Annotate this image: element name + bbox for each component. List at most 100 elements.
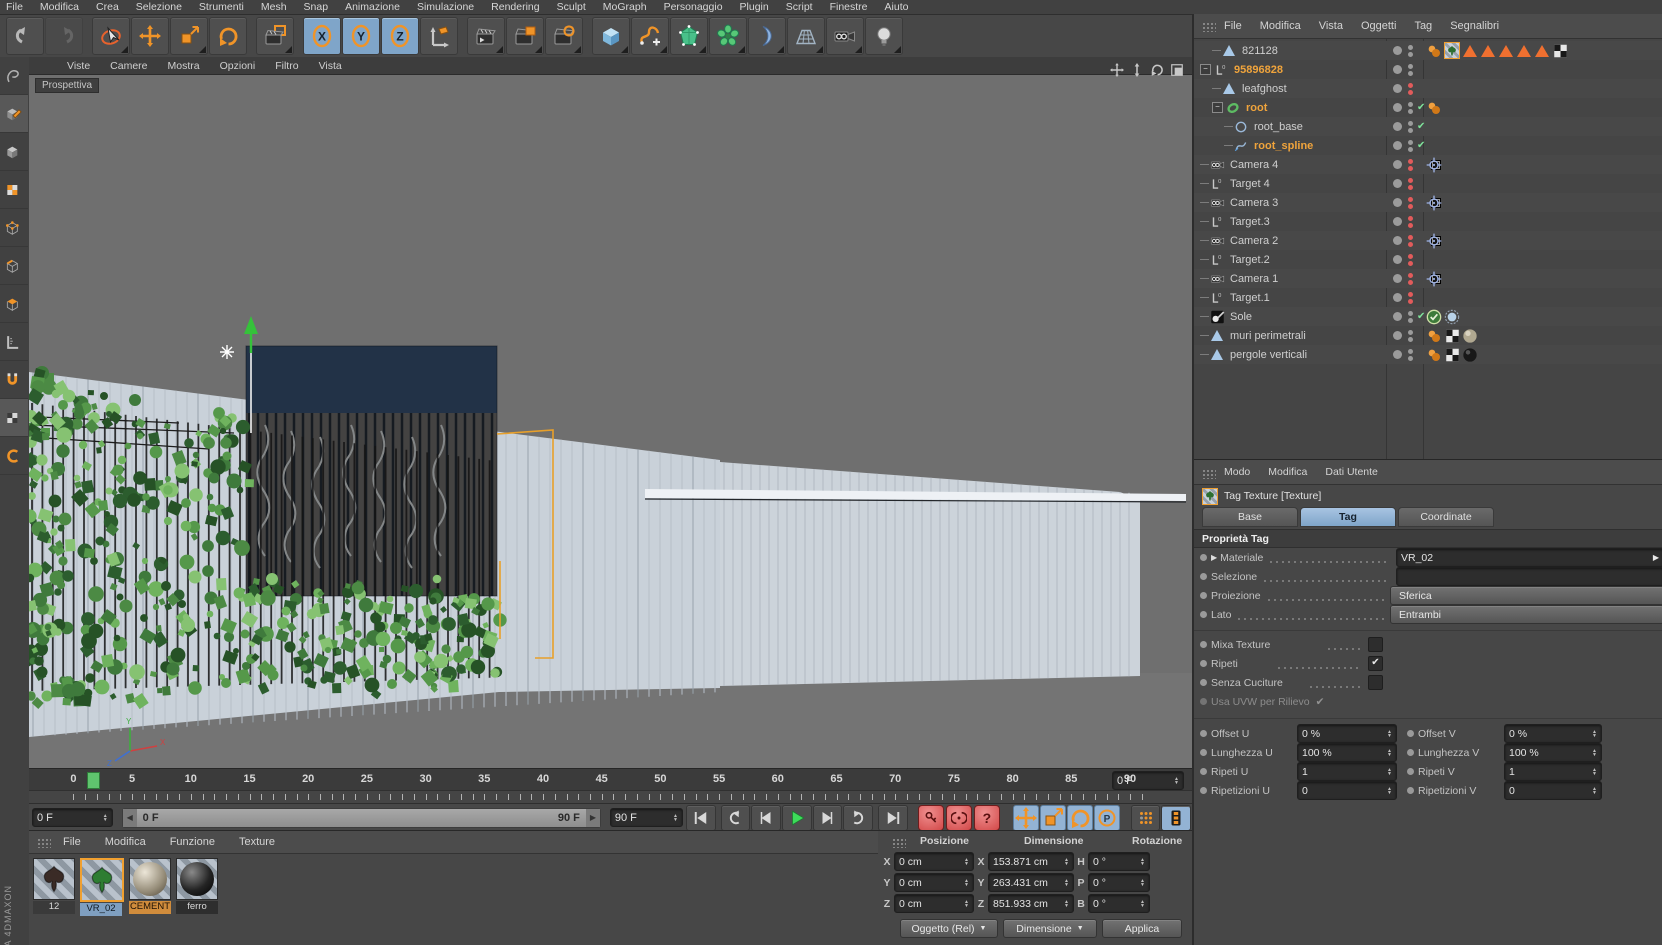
panel-grip-icon[interactable] bbox=[1202, 22, 1216, 32]
stepper-icon[interactable]: ▲▼ bbox=[964, 900, 969, 908]
enable-dots-icon[interactable] bbox=[1408, 159, 1413, 171]
layer-dot-icon[interactable] bbox=[1393, 46, 1402, 55]
ripeti-checkbox[interactable]: ✔ bbox=[1368, 656, 1383, 671]
enable-dots-icon[interactable] bbox=[1408, 311, 1413, 323]
viewport-menu-mostra[interactable]: Mostra bbox=[168, 60, 200, 72]
enable-dots-icon[interactable] bbox=[1408, 178, 1413, 190]
uv-field[interactable]: 1▲▼ bbox=[1297, 762, 1397, 781]
uv-field[interactable]: 100 %▲▼ bbox=[1504, 743, 1602, 762]
render-view-button[interactable] bbox=[467, 17, 505, 55]
enable-dots-icon[interactable] bbox=[1408, 216, 1413, 228]
attr-menu-dati-utente[interactable]: Dati Utente bbox=[1325, 466, 1378, 478]
coord-field[interactable]: 0 °▲▼ bbox=[1088, 852, 1150, 871]
om-menu-tag[interactable]: Tag bbox=[1414, 20, 1432, 32]
enable-dots-icon[interactable] bbox=[1408, 64, 1413, 76]
viewport-menu-vista[interactable]: Vista bbox=[319, 60, 342, 72]
object-row-camera-1[interactable]: Camera 1 bbox=[1194, 269, 1662, 288]
end-frame-field[interactable]: 90 F▲▼ bbox=[610, 808, 683, 827]
attr-menu-modifica[interactable]: Modifica bbox=[1268, 466, 1307, 478]
material-menu-file[interactable]: File bbox=[63, 836, 81, 848]
enable-dots-icon[interactable] bbox=[1408, 330, 1413, 342]
attr-menu-modo[interactable]: Modo bbox=[1224, 466, 1250, 478]
layer-dot-icon[interactable] bbox=[1393, 84, 1402, 93]
tri-tag-icon[interactable] bbox=[1462, 43, 1478, 59]
timeline-range-slider[interactable]: ◀0 F90 F▶ bbox=[122, 808, 601, 828]
enable-dots-icon[interactable] bbox=[1408, 102, 1413, 114]
layer-dot-icon[interactable] bbox=[1393, 122, 1402, 131]
material-item-CEMENT[interactable]: CEMENT bbox=[129, 858, 171, 916]
layer-dot-icon[interactable] bbox=[1393, 274, 1402, 283]
stepper-icon[interactable]: ▲▼ bbox=[1387, 730, 1392, 738]
enable-dots-icon[interactable] bbox=[1408, 121, 1413, 133]
om-menu-segnalibri[interactable]: Segnalibri bbox=[1450, 20, 1499, 32]
lock-z-button[interactable]: Z bbox=[381, 17, 419, 55]
menu-plugin[interactable]: Plugin bbox=[740, 1, 769, 13]
orbit-icon[interactable] bbox=[1150, 58, 1164, 82]
material-thumbnail[interactable] bbox=[129, 858, 171, 900]
browse-icon[interactable]: ▶ bbox=[1653, 553, 1659, 562]
view-label[interactable]: Prospettiva bbox=[35, 78, 99, 93]
menu-mograph[interactable]: MoGraph bbox=[603, 1, 647, 13]
coord-system-button[interactable] bbox=[420, 17, 458, 55]
proiezione-dropdown[interactable]: Sferica bbox=[1390, 586, 1662, 605]
texture-mode-button[interactable] bbox=[0, 399, 28, 437]
menu-animazione[interactable]: Animazione bbox=[345, 1, 400, 13]
checker-tag-icon[interactable] bbox=[1552, 43, 1568, 59]
render-settings-button[interactable] bbox=[545, 17, 583, 55]
material-item-12[interactable]: 12 bbox=[33, 858, 75, 916]
workplane-mode-button[interactable] bbox=[0, 323, 28, 361]
sky-tag-icon[interactable] bbox=[1444, 309, 1460, 325]
layer-dot-icon[interactable] bbox=[1393, 65, 1402, 74]
play-loop-button[interactable] bbox=[843, 805, 873, 831]
add-camera-button[interactable] bbox=[826, 17, 864, 55]
maximize-icon[interactable] bbox=[1170, 58, 1184, 82]
material-menu-funzione[interactable]: Funzione bbox=[170, 836, 215, 848]
lock-x-button[interactable]: X bbox=[303, 17, 341, 55]
material-menu-modifica[interactable]: Modifica bbox=[105, 836, 146, 848]
menu-personaggio[interactable]: Personaggio bbox=[664, 1, 723, 13]
add-light-button[interactable] bbox=[865, 17, 903, 55]
model-mode-button[interactable] bbox=[0, 133, 28, 171]
mixa-checkbox[interactable] bbox=[1368, 637, 1383, 652]
key-scale-button[interactable] bbox=[1040, 805, 1066, 831]
checker-tag-icon[interactable] bbox=[1444, 347, 1460, 363]
stepper-icon[interactable]: ▲▼ bbox=[1592, 768, 1597, 776]
phong-tag-icon[interactable] bbox=[1426, 347, 1442, 363]
object-row-camera-3[interactable]: Camera 3 bbox=[1194, 193, 1662, 212]
coord-field[interactable]: 0 °▲▼ bbox=[1088, 873, 1150, 892]
target-tag-icon[interactable] bbox=[1426, 271, 1442, 287]
layer-dot-icon[interactable] bbox=[1393, 179, 1402, 188]
add-mograph-button[interactable] bbox=[709, 17, 747, 55]
menu-modifica[interactable]: Modifica bbox=[40, 1, 79, 13]
panel-grip-icon[interactable] bbox=[1202, 469, 1216, 479]
object-row-821128[interactable]: 821128 bbox=[1194, 41, 1662, 60]
material-item-ferro[interactable]: ferro bbox=[176, 858, 218, 916]
add-cube-button[interactable] bbox=[592, 17, 630, 55]
lock-y-button[interactable]: Y bbox=[342, 17, 380, 55]
phong-tag-icon[interactable] bbox=[1426, 100, 1442, 116]
stepper-icon[interactable]: ▲▼ bbox=[1064, 900, 1069, 908]
stepper-icon[interactable]: ▲▼ bbox=[1592, 749, 1597, 757]
layer-dot-icon[interactable] bbox=[1393, 198, 1402, 207]
minimal-interface-button[interactable] bbox=[1161, 805, 1191, 831]
range-left-arrow-icon[interactable]: ◀ bbox=[123, 809, 137, 827]
checker-tag-icon[interactable] bbox=[1444, 328, 1460, 344]
tri-tag-icon[interactable] bbox=[1480, 43, 1496, 59]
tri-tag-icon[interactable] bbox=[1534, 43, 1550, 59]
object-row-root[interactable]: −root✔ bbox=[1194, 98, 1662, 117]
uv-field[interactable]: 100 %▲▼ bbox=[1297, 743, 1397, 762]
scale-button[interactable] bbox=[170, 17, 208, 55]
uv-field[interactable]: 1▲▼ bbox=[1504, 762, 1602, 781]
object-row-camera-2[interactable]: Camera 2 bbox=[1194, 231, 1662, 250]
coord-field[interactable]: 851.933 cm▲▼ bbox=[988, 894, 1074, 913]
viewport-menu-camere[interactable]: Camere bbox=[110, 60, 147, 72]
apply-button[interactable]: Applica bbox=[1102, 919, 1182, 938]
step-back-button[interactable] bbox=[751, 805, 781, 831]
sunexp-tag-icon[interactable] bbox=[1426, 309, 1442, 325]
material-thumbnail[interactable] bbox=[33, 858, 75, 900]
target-tag-icon[interactable] bbox=[1426, 195, 1442, 211]
target-tag-icon[interactable] bbox=[1426, 157, 1442, 173]
ruler-frame-field[interactable]: 0 F ▲▼ bbox=[1112, 771, 1184, 790]
object-row-root-base[interactable]: root_base✔ bbox=[1194, 117, 1662, 136]
panel-grip-icon[interactable] bbox=[37, 838, 51, 848]
